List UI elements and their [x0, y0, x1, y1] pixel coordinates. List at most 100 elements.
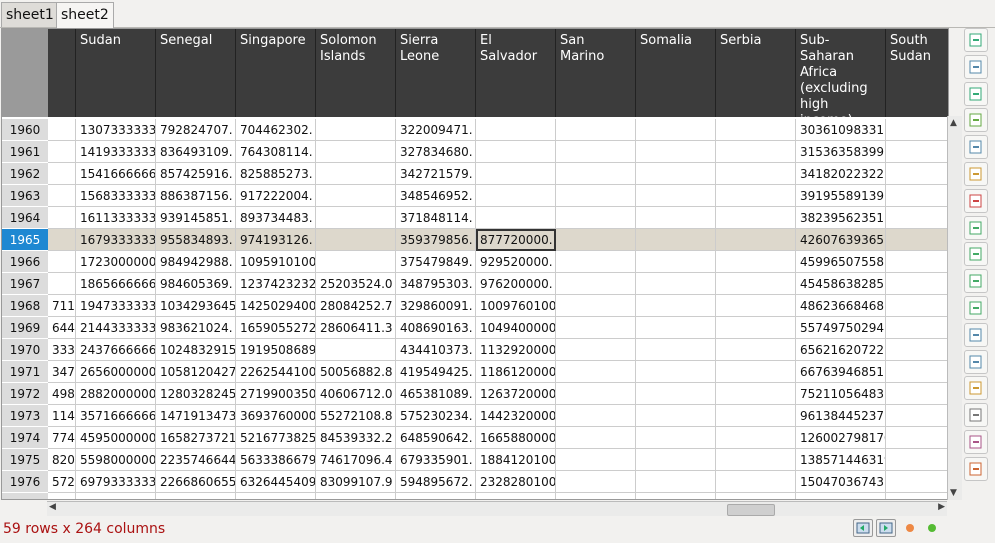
table-cell[interactable]: [556, 339, 636, 361]
table-cell[interactable]: [76, 493, 156, 499]
scroll-left-arrow-icon[interactable]: ◀: [49, 502, 56, 512]
column-header[interactable]: [48, 29, 76, 117]
table-cell[interactable]: [48, 119, 76, 141]
table-cell[interactable]: 30361098331.: [796, 119, 886, 141]
table-cell[interactable]: 50056882.8: [316, 361, 396, 383]
table-cell[interactable]: [636, 361, 716, 383]
table-cell[interactable]: [886, 405, 948, 427]
table-cell[interactable]: 342721579.: [396, 163, 476, 185]
table-cell[interactable]: [476, 119, 556, 141]
row-header[interactable]: 1962: [2, 163, 48, 185]
table-cell[interactable]: 2328280100: [476, 471, 556, 493]
table-cell[interactable]: 5598000000: [76, 449, 156, 471]
table-cell[interactable]: [716, 163, 796, 185]
column-header[interactable]: San Marino: [556, 29, 636, 117]
table-cell[interactable]: 893734483.: [236, 207, 316, 229]
table-cell[interactable]: [886, 317, 948, 339]
table-cell[interactable]: 327834680.: [396, 141, 476, 163]
table-cell[interactable]: 1919508689: [236, 339, 316, 361]
table-cell[interactable]: [636, 273, 716, 295]
table-cell[interactable]: [556, 141, 636, 163]
table-cell[interactable]: [636, 427, 716, 449]
table-cell[interactable]: 375479849.: [396, 251, 476, 273]
scroll-down-arrow-icon[interactable]: ▼: [950, 488, 957, 498]
table-cell[interactable]: [886, 273, 948, 295]
column-header[interactable]: Singapore: [236, 29, 316, 117]
table-cell[interactable]: 939145851.: [156, 207, 236, 229]
table-cell[interactable]: 886387156.: [156, 185, 236, 207]
table-cell[interactable]: [316, 141, 396, 163]
table-cell[interactable]: [886, 361, 948, 383]
table-cell[interactable]: 974193126.: [236, 229, 316, 251]
duplicate-button[interactable]: [964, 349, 988, 374]
merge-right-button[interactable]: [964, 242, 988, 267]
table-cell[interactable]: [636, 471, 716, 493]
table-cell[interactable]: 359379856.: [396, 229, 476, 251]
table-cell[interactable]: 45996507558.: [796, 251, 886, 273]
row-header[interactable]: 1973: [2, 405, 48, 427]
table-cell[interactable]: [716, 229, 796, 251]
edit-button[interactable]: [964, 376, 988, 401]
table-cell[interactable]: [886, 449, 948, 471]
table-cell[interactable]: 96138445237.: [796, 405, 886, 427]
table-cell[interactable]: [316, 185, 396, 207]
import-button[interactable]: [964, 28, 988, 52]
table-cell[interactable]: [48, 493, 76, 499]
export-button[interactable]: [964, 81, 988, 106]
table-cell[interactable]: [636, 295, 716, 317]
table-cell[interactable]: 2235746644: [156, 449, 236, 471]
column-header[interactable]: Solomon Islands: [316, 29, 396, 117]
column-header[interactable]: Senegal: [156, 29, 236, 117]
grid-corner[interactable]: [2, 29, 48, 117]
table-cell[interactable]: [636, 251, 716, 273]
table-cell[interactable]: 322009471.: [396, 119, 476, 141]
first-page-button[interactable]: [853, 519, 873, 537]
table-cell[interactable]: 1237423232: [236, 273, 316, 295]
table-cell[interactable]: [886, 339, 948, 361]
table-cell[interactable]: 711: [48, 295, 76, 317]
table-cell[interactable]: [716, 295, 796, 317]
table-cell[interactable]: [556, 405, 636, 427]
table-cell[interactable]: [556, 207, 636, 229]
table-cell[interactable]: 2882000000: [76, 383, 156, 405]
table-cell[interactable]: 3571666666: [76, 405, 156, 427]
plot-button[interactable]: [964, 188, 988, 213]
table-cell[interactable]: [886, 493, 948, 499]
table-cell[interactable]: [886, 251, 948, 273]
table-cell[interactable]: [476, 185, 556, 207]
table-cell[interactable]: [886, 471, 948, 493]
table-cell[interactable]: 1665880000: [476, 427, 556, 449]
table-cell[interactable]: 983621024.: [156, 317, 236, 339]
table-cell[interactable]: 150470367431: [796, 471, 886, 493]
table-cell[interactable]: 836493109.: [156, 141, 236, 163]
table-cell[interactable]: 2144333333: [76, 317, 156, 339]
table-cell[interactable]: 465381089.: [396, 383, 476, 405]
table-cell[interactable]: 1658273721: [156, 427, 236, 449]
table-cell[interactable]: 333: [48, 339, 76, 361]
table-cell[interactable]: 28084252.7: [316, 295, 396, 317]
table-cell[interactable]: 572: [48, 471, 76, 493]
table-cell[interactable]: 39195589139.: [796, 185, 886, 207]
table-cell[interactable]: 498: [48, 383, 76, 405]
table-cell[interactable]: [636, 493, 716, 499]
table-cell[interactable]: [716, 449, 796, 471]
row-header[interactable]: 1963: [2, 185, 48, 207]
table-cell[interactable]: [48, 163, 76, 185]
spreadsheet-grid[interactable]: Sudan Senegal Singapore Solomon Islands Sier…: [1, 28, 949, 500]
table-cell[interactable]: 84539332.2: [316, 427, 396, 449]
table-cell[interactable]: 3693760000: [236, 405, 316, 427]
table-cell[interactable]: 1307333333: [76, 119, 156, 141]
tab-sheet2[interactable]: sheet2: [56, 2, 114, 28]
table-cell[interactable]: 955834893.: [156, 229, 236, 251]
table-cell[interactable]: 5633386679: [236, 449, 316, 471]
table-cell[interactable]: 1865666666: [76, 273, 156, 295]
stop-button[interactable]: [900, 519, 920, 537]
table-cell[interactable]: [316, 251, 396, 273]
table-cell[interactable]: [316, 163, 396, 185]
table-cell[interactable]: [316, 207, 396, 229]
table-cell[interactable]: 1541666666: [76, 163, 156, 185]
table-cell[interactable]: [316, 119, 396, 141]
table-cell[interactable]: [716, 273, 796, 295]
table-cell[interactable]: 774: [48, 427, 76, 449]
table-cell[interactable]: [48, 141, 76, 163]
